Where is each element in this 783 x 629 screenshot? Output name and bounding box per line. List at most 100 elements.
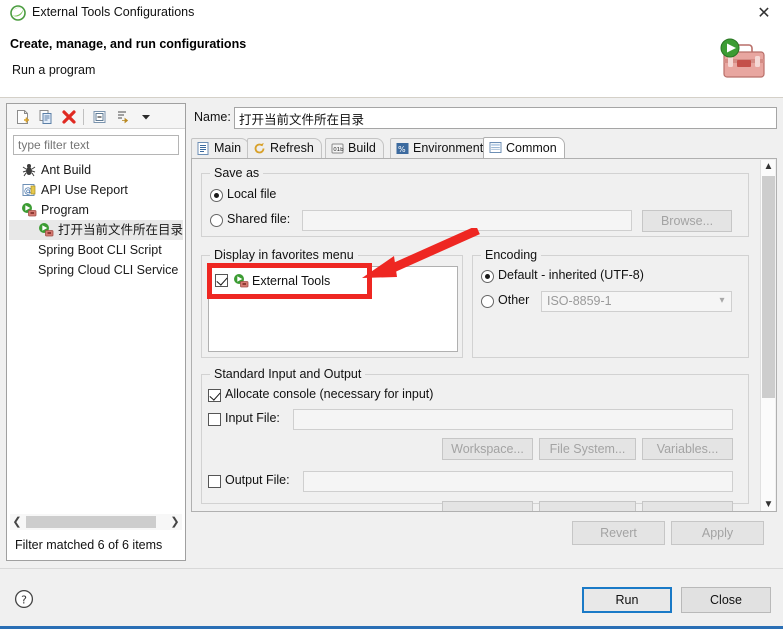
main-tab-icon — [196, 141, 211, 156]
encoding-group: Encoding Default - inherited (UTF-8) Oth… — [472, 248, 749, 358]
collapse-all-icon[interactable] — [91, 108, 109, 126]
external-tools-toolbox-icon — [711, 32, 771, 88]
radio-mark — [481, 295, 494, 308]
radio-mark — [210, 214, 223, 227]
tree-item-spring-cloud-cli-service[interactable]: Spring Cloud CLI Service — [9, 260, 183, 280]
scroll-down-icon[interactable]: ▼ — [761, 498, 776, 511]
favorites-menu-group: Display in favorites menu External Tools — [201, 248, 463, 358]
configurations-tree-panel: Ant Build @ API Use Report — [6, 103, 186, 561]
checkbox-mark — [215, 274, 228, 287]
checkbox-mark — [208, 413, 221, 426]
filter-status-text: Filter matched 6 of 6 items — [15, 538, 163, 552]
radio-label: Shared file: — [227, 212, 291, 226]
input-file-input[interactable] — [293, 409, 733, 430]
shared-file-input[interactable] — [302, 210, 632, 231]
duplicate-configuration-icon[interactable] — [37, 108, 55, 126]
scrollbar-thumb[interactable] — [762, 176, 775, 398]
close-icon[interactable]: ✕ — [753, 3, 775, 25]
tree-item-selected-configuration[interactable]: 打开当前文件所在目录 — [9, 220, 183, 240]
encoding-other-value: ISO-8859-1 — [547, 294, 612, 308]
checkbox-label: Output File: — [225, 473, 290, 487]
output-workspace-button-clipped[interactable] — [442, 501, 533, 511]
favorites-menu-title: Display in favorites menu — [210, 248, 358, 262]
tab-main[interactable]: Main — [191, 138, 250, 158]
dialog-body: Ant Build @ API Use Report — [0, 98, 783, 568]
dialog-footer: ? Run Close — [0, 568, 783, 629]
dialog-header: Create, manage, and run configurations R… — [0, 28, 783, 97]
output-file-system-button-clipped[interactable] — [539, 501, 636, 511]
apply-button[interactable]: Apply — [671, 521, 764, 545]
new-configuration-icon[interactable] — [14, 108, 32, 126]
checkbox-mark — [208, 389, 221, 402]
radio-label: Default - inherited (UTF-8) — [498, 268, 644, 282]
encoding-other-combo[interactable]: ISO-8859-1 ▾ — [541, 291, 732, 312]
name-label: Name: — [194, 110, 231, 124]
radio-mark — [210, 189, 223, 202]
window-title: External Tools Configurations — [32, 5, 195, 19]
delete-configuration-icon[interactable] — [60, 108, 78, 126]
tree-item-spring-boot-cli-script[interactable]: Spring Boot CLI Script — [9, 240, 183, 260]
page-title: Create, manage, and run configurations — [10, 37, 247, 51]
save-as-title: Save as — [210, 166, 264, 180]
configuration-editor-panel: Name: Main — [190, 103, 777, 561]
tab-build[interactable]: 01b Build — [325, 138, 384, 158]
tab-label: Common — [506, 141, 557, 155]
tree-item-label: API Use Report — [41, 183, 128, 197]
radio-mark — [481, 270, 494, 283]
revert-button[interactable]: Revert — [572, 521, 665, 545]
help-question-icon[interactable]: ? — [14, 589, 34, 609]
refresh-tab-icon — [252, 141, 267, 156]
common-tab-panel: Save as Local file Shared file: Browse..… — [191, 158, 777, 512]
name-row: Name: — [190, 107, 777, 129]
checkbox-label: Allocate console (necessary for input) — [225, 387, 434, 401]
standard-io-title: Standard Input and Output — [210, 367, 366, 381]
input-variables-button[interactable]: Variables... — [642, 438, 733, 460]
tab-strip: Main Refresh 01b Build % Environment Com… — [191, 137, 777, 158]
external-tools-configurations-dialog: External Tools Configurations ✕ Create, … — [0, 0, 783, 629]
scroll-right-icon[interactable]: ❯ — [168, 514, 182, 530]
tree-item-api-use-report[interactable]: @ API Use Report — [9, 180, 183, 200]
input-file-system-button[interactable]: File System... — [539, 438, 636, 460]
tree-item-label: 打开当前文件所在目录 — [58, 223, 183, 237]
tree-horizontal-scrollbar[interactable]: ❮ ❯ — [10, 514, 182, 530]
build-tab-icon: 01b — [330, 141, 345, 156]
scroll-up-icon[interactable]: ▲ — [761, 160, 776, 174]
tree-item-ant-build[interactable]: Ant Build — [9, 160, 183, 180]
configurations-tree[interactable]: Ant Build @ API Use Report Program 打开当前文… — [9, 160, 183, 518]
scroll-left-icon[interactable]: ❮ — [10, 514, 24, 530]
close-button[interactable]: Close — [681, 587, 771, 613]
encoding-title: Encoding — [481, 248, 542, 262]
filter-input[interactable] — [13, 135, 179, 155]
page-subtitle: Run a program — [12, 63, 96, 77]
program-icon — [21, 202, 37, 218]
input-workspace-button[interactable]: Workspace... — [442, 438, 533, 460]
tab-environment[interactable]: % Environment — [390, 138, 492, 158]
external-tools-icon — [233, 273, 249, 289]
view-menu-chevron-icon[interactable] — [137, 108, 155, 126]
ant-build-icon — [21, 162, 37, 178]
favorites-item-label: External Tools — [252, 274, 331, 288]
browse-button[interactable]: Browse... — [642, 210, 732, 232]
tab-label: Main — [214, 141, 242, 155]
common-tab-vertical-scrollbar[interactable]: ▲ ▼ — [760, 160, 776, 511]
standard-io-group: Standard Input and Output Allocate conso… — [201, 367, 749, 511]
tree-item-label: Ant Build — [41, 163, 92, 177]
program-icon — [38, 222, 54, 238]
run-button[interactable]: Run — [582, 587, 672, 613]
chevron-down-icon[interactable]: ▾ — [717, 296, 727, 306]
favorites-list[interactable]: External Tools — [208, 266, 458, 352]
tab-label: Environment — [413, 141, 484, 155]
svg-text:%: % — [398, 145, 406, 154]
output-variables-button-clipped[interactable] — [642, 501, 733, 511]
tree-item-label: Spring Cloud CLI Service — [38, 263, 179, 277]
tree-item-program[interactable]: Program — [9, 200, 183, 220]
tab-common[interactable]: Common — [483, 137, 565, 158]
filter-launch-icon[interactable] — [114, 108, 132, 126]
tab-refresh[interactable]: Refresh — [247, 138, 322, 158]
svg-text:01b: 01b — [333, 147, 344, 153]
checkbox-label: Input File: — [225, 411, 280, 425]
name-input[interactable] — [234, 107, 777, 129]
output-file-input[interactable] — [303, 471, 733, 492]
scrollbar-thumb[interactable] — [26, 516, 156, 528]
tree-item-label: Spring Boot CLI Script — [38, 243, 162, 257]
